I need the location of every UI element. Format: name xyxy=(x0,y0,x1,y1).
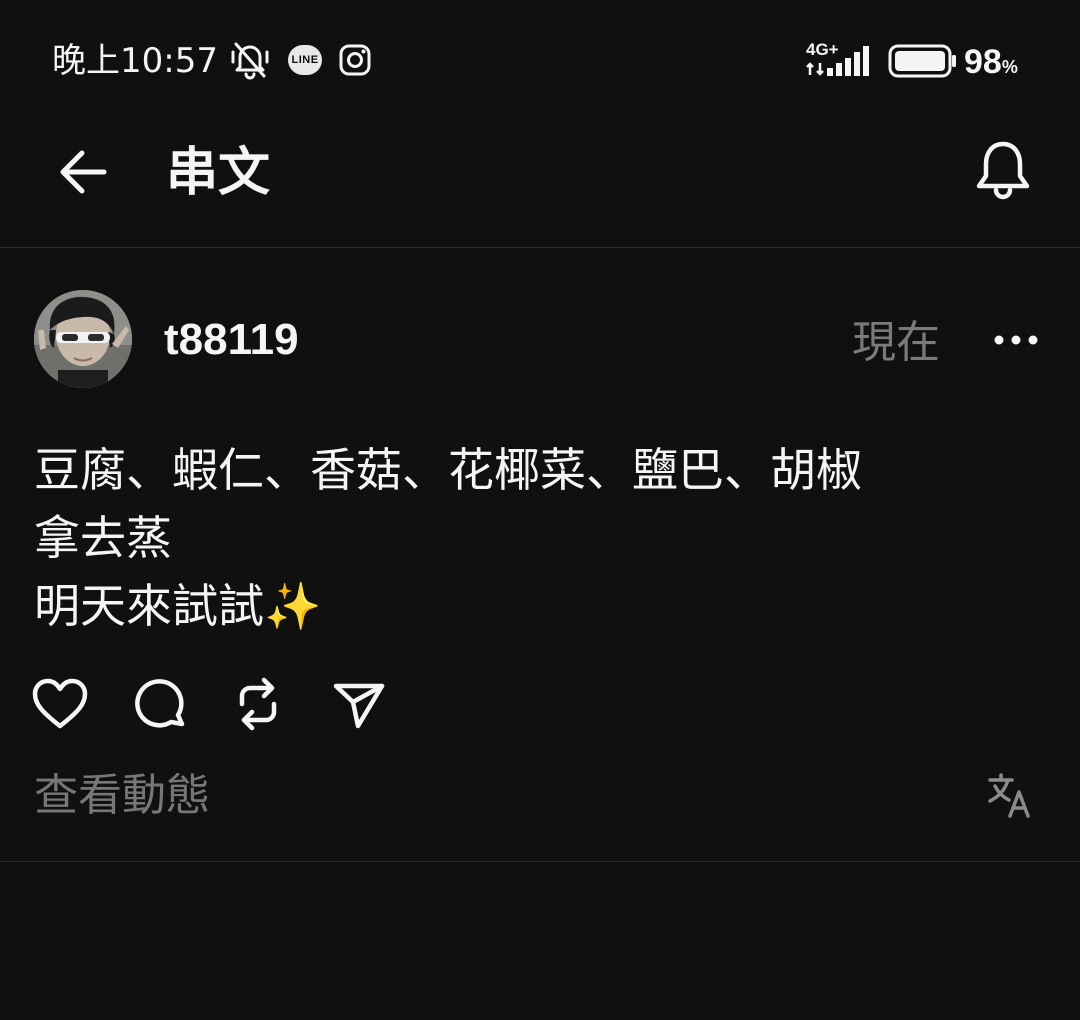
like-button[interactable] xyxy=(28,672,92,736)
battery-percent-unit: % xyxy=(1001,57,1018,77)
data-arrows-icon xyxy=(806,62,824,76)
more-options-button[interactable] xyxy=(988,320,1044,360)
post-divider xyxy=(0,861,1080,862)
post-body: 豆腐、蝦仁、香菇、花椰菜、鹽巴、胡椒 拿去蒸 明天來試試✨ xyxy=(34,436,1034,640)
mute-icon xyxy=(231,42,269,80)
page-title: 串文 xyxy=(166,143,271,203)
header-divider xyxy=(0,247,1080,248)
avatar[interactable] xyxy=(34,290,132,388)
post-line: 豆腐、蝦仁、香菇、花椰菜、鹽巴、胡椒 xyxy=(34,443,862,497)
repost-icon xyxy=(239,677,277,731)
post-timestamp: 現在 xyxy=(852,317,940,368)
repost-button[interactable] xyxy=(226,672,290,736)
post-line: 明天來試試✨ xyxy=(34,579,322,633)
view-activity-link[interactable]: 查看動態 xyxy=(34,766,210,826)
line-app-label: LINE xyxy=(291,54,319,66)
bell-icon[interactable] xyxy=(972,138,1034,204)
arrow-left-icon[interactable] xyxy=(54,144,114,200)
avatar-photo xyxy=(34,290,132,388)
translate-icon[interactable] xyxy=(984,770,1036,822)
battery-percent: 98% xyxy=(964,40,1018,89)
battery-icon xyxy=(888,44,956,78)
comment-icon xyxy=(135,679,185,728)
heart-icon xyxy=(32,678,88,729)
share-button[interactable] xyxy=(326,672,390,736)
line-app-icon: LINE xyxy=(288,45,322,75)
username[interactable]: t88119 xyxy=(164,312,299,368)
post-line: 拿去蒸 xyxy=(34,511,172,565)
send-icon xyxy=(333,683,385,729)
comment-button[interactable] xyxy=(128,672,192,736)
ellipsis-icon xyxy=(994,335,1038,345)
signal-icon xyxy=(827,46,869,76)
status-time: 晚上10:57 xyxy=(52,41,218,81)
battery-percent-value: 98 xyxy=(964,43,1002,81)
instagram-icon xyxy=(339,44,371,76)
